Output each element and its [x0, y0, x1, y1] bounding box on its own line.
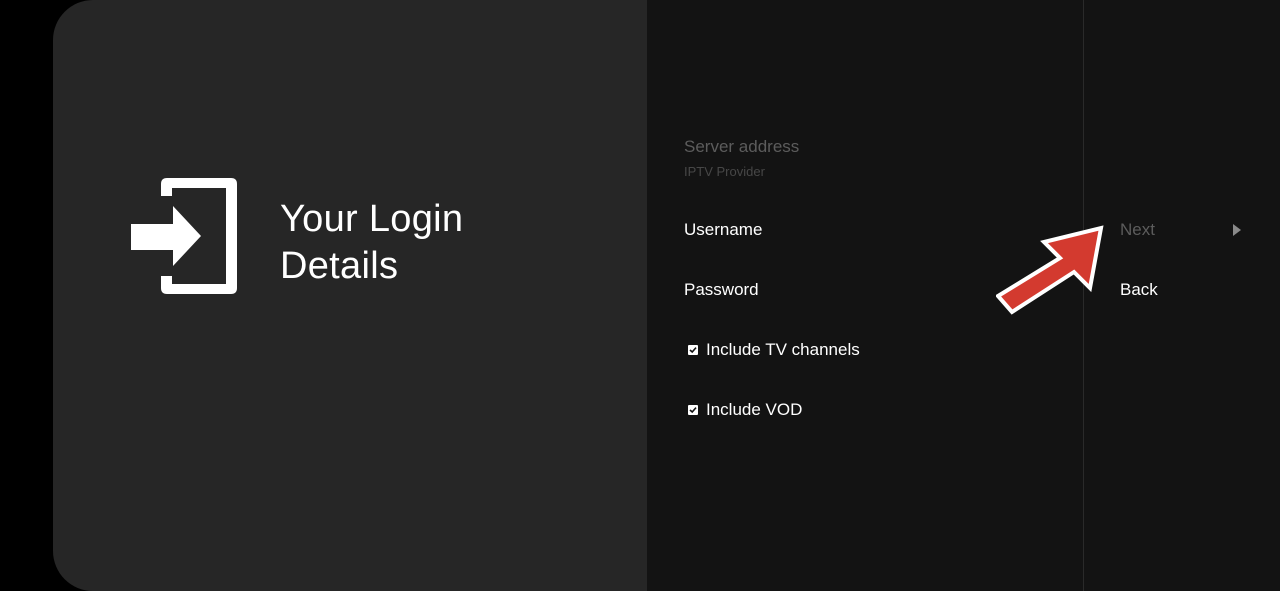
login-details-screen: Your Login Details Server address IPTV P…: [0, 0, 1280, 591]
next-button[interactable]: Next: [1120, 220, 1155, 240]
chevron-right-icon: [1233, 224, 1241, 236]
include-tv-label: Include TV channels: [706, 340, 860, 359]
login-icon: [131, 178, 237, 294]
include-vod-label: Include VOD: [706, 400, 803, 419]
server-address-value: IPTV Provider: [684, 164, 765, 179]
server-address-label[interactable]: Server address: [684, 137, 799, 157]
red-arrow-icon: [996, 225, 1104, 315]
password-field[interactable]: Password: [684, 280, 759, 300]
checkbox-checked-icon: [688, 405, 698, 415]
username-field[interactable]: Username: [684, 220, 762, 240]
back-button[interactable]: Back: [1120, 280, 1158, 300]
include-tv-checkbox[interactable]: Include TV channels: [688, 340, 860, 360]
checkbox-checked-icon: [688, 345, 698, 355]
include-vod-checkbox[interactable]: Include VOD: [688, 400, 802, 420]
title-panel: Your Login Details: [53, 0, 647, 591]
page-title-line1: Your Login: [280, 198, 464, 240]
page-title-line2: Details: [280, 245, 399, 287]
page-title: Your Login Details: [280, 196, 463, 290]
